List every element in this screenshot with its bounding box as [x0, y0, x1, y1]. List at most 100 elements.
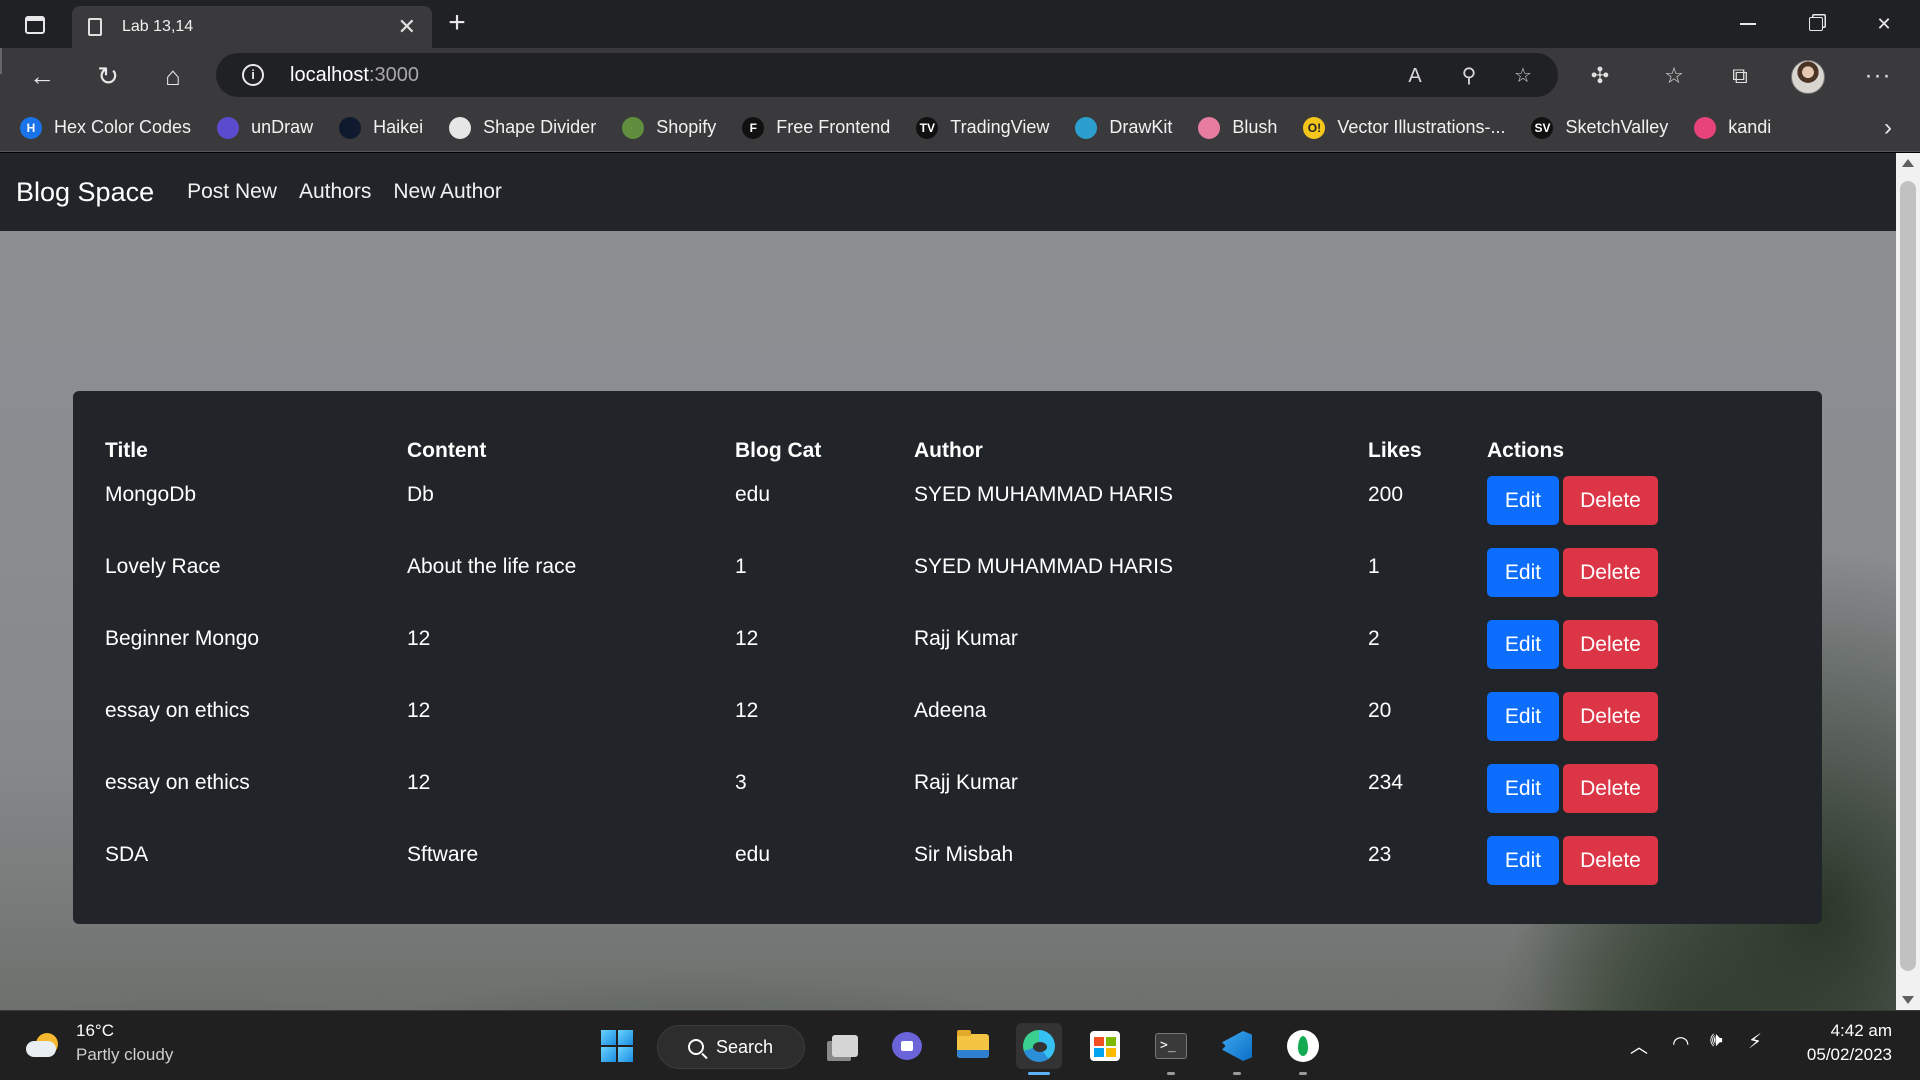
nav-authors[interactable]: Authors [299, 180, 371, 204]
edit-button[interactable]: Edit [1487, 620, 1559, 669]
more-icon[interactable]: ··· [1860, 58, 1896, 94]
cell-likes: 1 [1368, 555, 1380, 578]
cell-actions: Edit Delete [1487, 548, 1790, 621]
close-icon[interactable]: ✕ [398, 16, 416, 38]
delete-button[interactable]: Delete [1563, 764, 1658, 813]
delete-button[interactable]: Delete [1563, 620, 1658, 669]
delete-button[interactable]: Delete [1563, 476, 1658, 525]
plus-icon[interactable]: + [440, 8, 474, 42]
tab-actions-icon[interactable] [14, 10, 56, 40]
extensions-icon[interactable]: ✣ [1582, 58, 1618, 94]
delete-button[interactable]: Delete [1563, 548, 1658, 597]
page-scrollbar[interactable] [1896, 153, 1920, 1010]
cell-title: essay on ethics [105, 771, 250, 794]
bookmark-item[interactable]: Shape Divider [449, 116, 597, 139]
microsoft-store-icon[interactable] [1082, 1023, 1128, 1069]
wifi-icon[interactable]: ◠ [1672, 1031, 1689, 1056]
edge-icon[interactable] [1016, 1023, 1062, 1075]
bookmark-item[interactable]: O! Vector Illustrations-... [1303, 116, 1505, 139]
battery-icon[interactable]: ⚡ [1748, 1029, 1762, 1054]
brand-link[interactable]: Blog Space [16, 177, 154, 208]
edit-button[interactable]: Edit [1487, 764, 1559, 813]
bookmark-item[interactable]: Haikei [339, 116, 423, 139]
url-text[interactable]: localhost:3000 [290, 64, 419, 87]
header-author: Author [914, 439, 983, 462]
bookmark-label: SketchValley [1565, 117, 1669, 137]
home-icon[interactable]: ⌂ [153, 56, 193, 96]
delete-button[interactable]: Delete [1563, 836, 1658, 885]
cell-title: SDA [105, 843, 149, 866]
chevron-up-icon[interactable]: ︿ [1630, 1033, 1648, 1059]
chevron-right-icon[interactable]: › [1884, 114, 1892, 142]
bookmark-item[interactable]: F Free Frontend [742, 116, 890, 139]
minimize-button[interactable] [1714, 0, 1782, 48]
scroll-thumb[interactable] [1900, 181, 1916, 971]
clock-date[interactable]: 05/02/2023 [1794, 1045, 1892, 1065]
browser-tab[interactable]: Lab 13,14 ✕ [72, 6, 432, 48]
read-aloud-icon[interactable]: A [1400, 61, 1430, 91]
weather-temperature[interactable]: 16°C [76, 1021, 114, 1041]
bookmark-favicon-icon [449, 116, 472, 139]
bookmark-favicon-icon: H [20, 116, 42, 139]
terminal-icon[interactable]: >_ [1148, 1023, 1194, 1075]
collections-icon[interactable]: ⧉ [1722, 58, 1758, 94]
address-bar[interactable]: i localhost:3000 A ⚲ ☆ [216, 53, 1558, 97]
document-icon [88, 18, 102, 36]
bookmark-label: kandi [1728, 117, 1772, 137]
bookmark-label: Shape Divider [483, 117, 597, 137]
edit-button[interactable]: Edit [1487, 476, 1559, 525]
clock-time[interactable]: 4:42 am [1794, 1021, 1892, 1041]
info-icon[interactable]: i [242, 64, 264, 86]
taskbar-search[interactable]: Search [657, 1025, 805, 1069]
bookmark-item[interactable]: unDraw [217, 116, 313, 139]
weather-description[interactable]: Partly cloudy [76, 1045, 173, 1065]
add-favorite-icon[interactable]: ☆ [1508, 61, 1538, 91]
tab-title: Lab 13,14 [122, 18, 194, 35]
bookmark-item[interactable]: SV SketchValley [1531, 116, 1669, 139]
edit-button[interactable]: Edit [1487, 692, 1559, 741]
teams-chat-icon[interactable] [884, 1023, 930, 1069]
table-row: Beginner Mongo 12 12 Rajj Kumar 2 Edit Delete [105, 620, 1790, 693]
delete-button[interactable]: Delete [1563, 692, 1658, 741]
cell-content: 12 [407, 699, 431, 722]
window-close-button[interactable]: ✕ [1850, 0, 1918, 48]
bookmark-item[interactable]: Shopify [622, 116, 716, 139]
bookmark-item[interactable]: H Hex Color Codes [20, 116, 191, 139]
cell-content: About the life race [407, 555, 577, 578]
scroll-down-icon[interactable] [1902, 996, 1914, 1004]
back-icon[interactable]: ← [22, 56, 62, 96]
nav-post-new[interactable]: Post New [187, 180, 277, 204]
search-icon [688, 1039, 704, 1055]
nav-new-author[interactable]: New Author [393, 180, 502, 204]
cell-likes: 2 [1368, 627, 1380, 650]
bookmark-item[interactable]: DrawKit [1075, 116, 1172, 139]
vscode-icon[interactable] [1214, 1023, 1260, 1075]
cell-likes: 23 [1368, 843, 1392, 866]
file-explorer-icon[interactable] [950, 1023, 996, 1069]
start-button[interactable] [594, 1023, 640, 1069]
header-actions: Actions [1487, 439, 1565, 462]
bookmark-label: TradingView [950, 117, 1050, 137]
bookmark-item[interactable]: Blush [1198, 116, 1277, 139]
cell-actions: Edit Delete [1487, 692, 1790, 765]
refresh-icon[interactable]: ↻ [88, 56, 128, 96]
profile-avatar[interactable] [1791, 60, 1825, 94]
task-view-icon[interactable] [822, 1023, 868, 1069]
edit-button[interactable]: Edit [1487, 836, 1559, 885]
bookmark-item[interactable]: TV TradingView [916, 116, 1050, 139]
blogs-table-card: Title Content Blog Cat Author Likes Acti… [73, 391, 1822, 924]
weather-icon[interactable] [26, 1027, 64, 1061]
table-header-row: Title Content Blog Cat Author Likes Acti… [105, 425, 1790, 477]
volume-icon[interactable]: 🕪 [1710, 1029, 1723, 1052]
edit-button[interactable]: Edit [1487, 548, 1559, 597]
bookmark-item[interactable]: kandi [1694, 116, 1772, 139]
zoom-icon[interactable]: ⚲ [1454, 61, 1484, 91]
bookmark-favicon-icon [339, 116, 362, 139]
table-row: essay on ethics 12 3 Rajj Kumar 234 Edit Delet… [105, 764, 1790, 837]
scroll-up-icon[interactable] [1902, 159, 1914, 167]
cell-content: Sftware [407, 843, 479, 866]
favorites-icon[interactable]: ☆ [1656, 58, 1692, 94]
mongodb-compass-icon[interactable] [1280, 1023, 1326, 1075]
restore-button[interactable] [1782, 0, 1850, 48]
cell-blog-cat: edu [735, 843, 771, 866]
